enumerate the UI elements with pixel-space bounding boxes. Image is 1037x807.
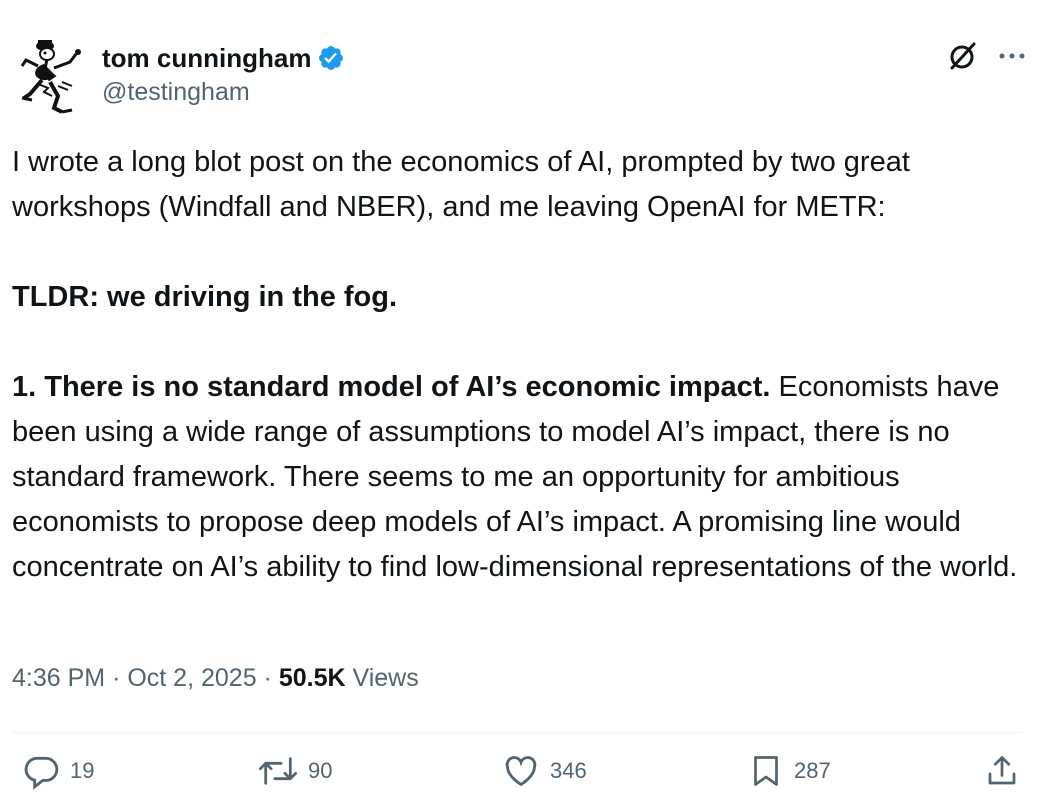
cartoon-figure-avatar-icon <box>20 40 81 114</box>
verified-badge-icon[interactable] <box>317 44 345 72</box>
like-count: 346 <box>550 758 587 783</box>
post-intro: I wrote a long blot post on the economic… <box>12 146 910 223</box>
avatar[interactable] <box>18 36 92 116</box>
repost-count: 90 <box>308 758 333 783</box>
more-icon[interactable] <box>996 40 1028 72</box>
share-icon <box>988 756 1016 785</box>
meta-separator: · <box>112 664 121 692</box>
views-count[interactable]: 50.5K <box>279 664 346 692</box>
post-header: tom cunningham @testingham <box>18 36 1028 120</box>
grok-icon[interactable] <box>946 40 978 72</box>
point-1-heading: 1. There is no standard model of AI’s ec… <box>12 371 771 403</box>
author-names: tom cunningham @testingham <box>102 40 345 107</box>
bookmark-button[interactable]: 287 <box>748 752 831 790</box>
views-label: Views <box>352 664 419 692</box>
post-tldr: TLDR: we driving in the fog. <box>12 281 398 313</box>
divider <box>12 732 1022 733</box>
share-button[interactable] <box>984 752 1020 790</box>
bookmark-icon <box>754 756 778 786</box>
post-time[interactable]: 4:36 PM <box>12 664 105 692</box>
post-meta: 4:36 PM · Oct 2, 2025 · 50.5K Views <box>12 664 419 693</box>
reply-button[interactable]: 19 <box>22 752 94 790</box>
display-name-row: tom cunningham <box>102 40 345 76</box>
repost-button[interactable]: 90 <box>258 752 332 790</box>
post-body: I wrote a long blot post on the economic… <box>12 140 1027 590</box>
post-date[interactable]: Oct 2, 2025 <box>127 664 256 692</box>
author-handle[interactable]: @testingham <box>102 78 345 107</box>
engagement-bar: 19 90 346 287 <box>0 752 1037 802</box>
bookmark-count: 287 <box>794 758 831 783</box>
reply-icon <box>24 756 59 790</box>
top-actions <box>946 40 1028 72</box>
reply-count: 19 <box>70 758 95 783</box>
display-name[interactable]: tom cunningham <box>102 43 311 74</box>
like-button[interactable]: 346 <box>502 752 587 790</box>
post-point-1: 1. There is no standard model of AI’s ec… <box>12 365 1027 590</box>
heart-icon <box>505 756 537 787</box>
meta-separator: · <box>263 664 272 692</box>
repost-icon <box>258 757 298 785</box>
